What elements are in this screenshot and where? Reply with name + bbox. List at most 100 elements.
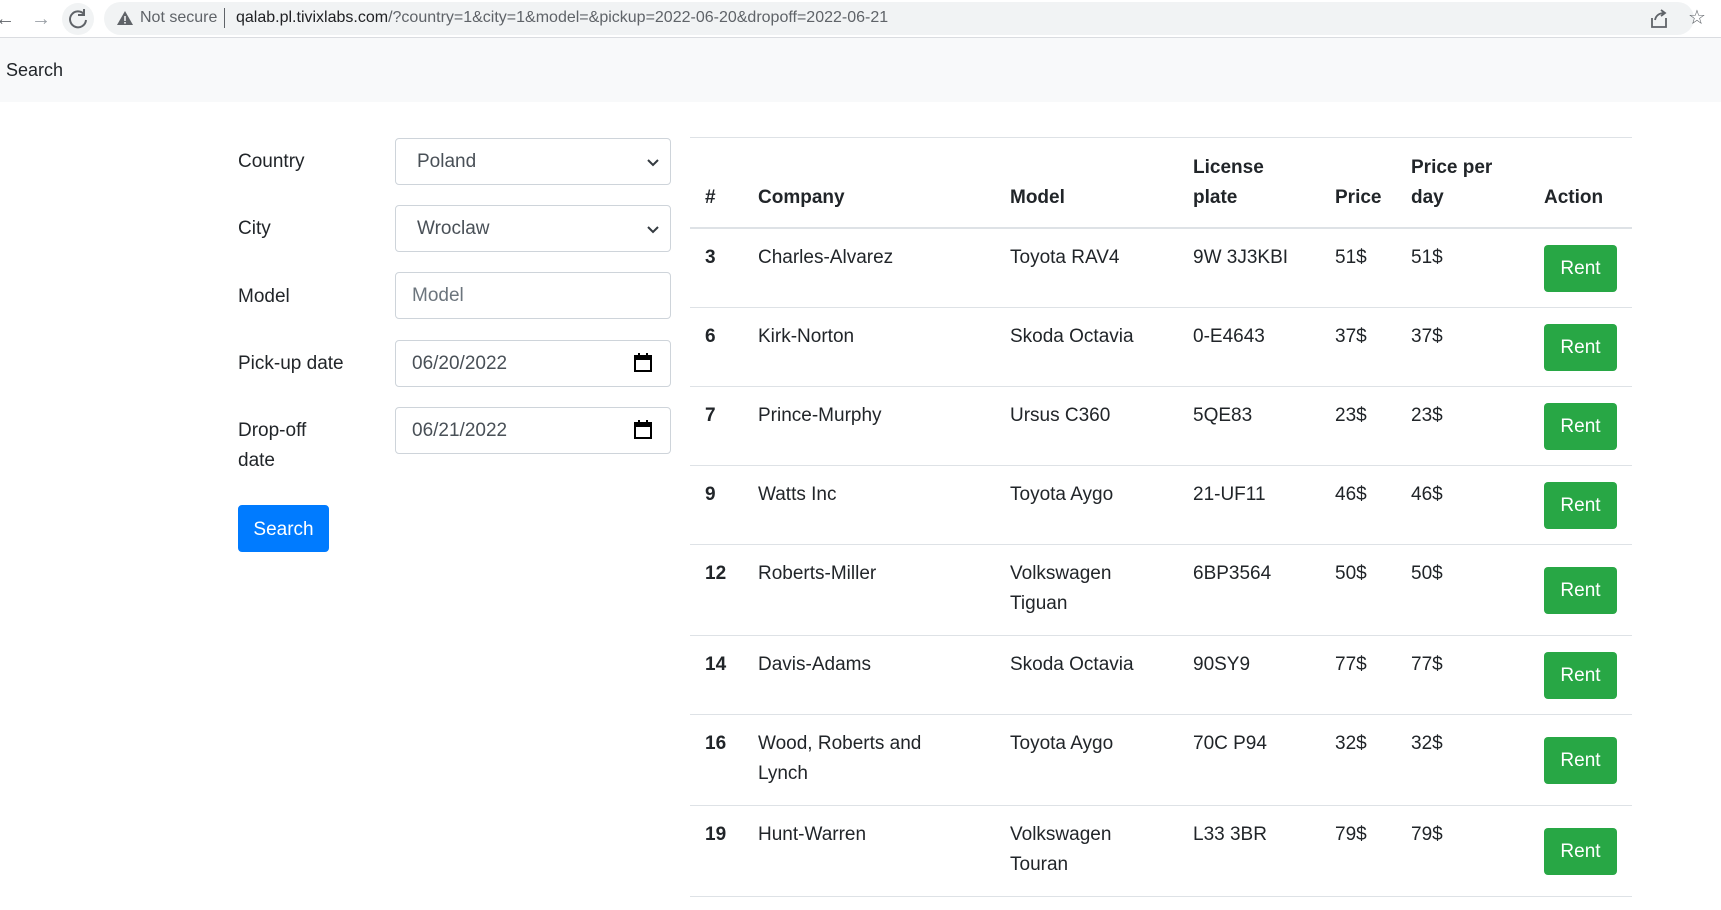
model-placeholder: Model bbox=[412, 285, 464, 306]
row-number: 3 bbox=[705, 247, 716, 268]
city-label: City bbox=[238, 218, 271, 239]
browser-toolbar: ← → Not secure qalab.pl.tivixlabs.com/?c… bbox=[0, 0, 1721, 38]
company-cell: Roberts-Miller bbox=[758, 563, 877, 584]
dropoff-date-label-line2: date bbox=[238, 450, 275, 471]
company-cell: Hunt-Warren bbox=[758, 824, 867, 845]
reload-icon bbox=[69, 9, 87, 29]
price-per-day-cell: 79$ bbox=[1411, 824, 1443, 845]
share-icon[interactable] bbox=[1648, 8, 1670, 30]
price-per-day-cell: 32$ bbox=[1411, 733, 1443, 754]
search-button[interactable]: Search bbox=[238, 505, 329, 552]
row-number: 9 bbox=[705, 484, 716, 505]
calendar-icon[interactable] bbox=[634, 353, 652, 373]
model-cell: Touran bbox=[1010, 854, 1069, 875]
row-number: 6 bbox=[705, 326, 716, 347]
model-cell: Volkswagen bbox=[1010, 824, 1112, 845]
table-row: 7 Prince-Murphy Ursus C360 5QE83 23$ 23$ Rent bbox=[690, 387, 1632, 466]
model-input[interactable]: Model bbox=[395, 272, 671, 319]
app-navbar: Search bbox=[0, 38, 1721, 102]
company-cell: Kirk-Norton bbox=[758, 326, 855, 347]
license-plate-cell: L33 3BR bbox=[1193, 824, 1267, 845]
company-cell: Charles-Alvarez bbox=[758, 247, 894, 268]
price-cell: 32$ bbox=[1335, 733, 1367, 754]
license-plate-cell: 6BP3564 bbox=[1193, 563, 1272, 584]
rent-button[interactable]: Rent bbox=[1544, 737, 1617, 784]
header-price: Price bbox=[1335, 187, 1382, 208]
price-per-day-cell: 77$ bbox=[1411, 654, 1443, 675]
rent-button[interactable]: Rent bbox=[1544, 567, 1617, 614]
price-per-day-cell: 46$ bbox=[1411, 484, 1443, 505]
arrow-left-icon[interactable]: ← bbox=[0, 6, 18, 32]
rent-button[interactable]: Rent bbox=[1544, 652, 1617, 699]
header-price-per-day-line2: day bbox=[1411, 187, 1444, 208]
model-cell: Ursus C360 bbox=[1010, 405, 1111, 426]
rent-button[interactable]: Rent bbox=[1544, 245, 1617, 292]
license-plate-cell: 90SY9 bbox=[1193, 654, 1251, 675]
not-secure-label: Not secure bbox=[140, 9, 218, 26]
chevron-down-icon bbox=[647, 226, 659, 234]
price-per-day-cell: 51$ bbox=[1411, 247, 1443, 268]
license-plate-cell: 5QE83 bbox=[1193, 405, 1253, 426]
star-icon[interactable]: ☆ bbox=[1688, 5, 1706, 30]
model-label: Model bbox=[238, 286, 290, 307]
rent-button[interactable]: Rent bbox=[1544, 482, 1617, 529]
table-row: 6 Kirk-Norton Skoda Octavia 0-E4643 37$ 37$ Re… bbox=[690, 308, 1632, 387]
dropoff-date-label-line1: Drop-off bbox=[238, 420, 307, 441]
rent-button[interactable]: Rent bbox=[1544, 324, 1617, 371]
calendar-icon[interactable] bbox=[634, 420, 652, 440]
table-row: 3 Charles-Alvarez Toyota RAV4 9W 3J3KBI 51$ 5… bbox=[690, 229, 1632, 308]
price-cell: 51$ bbox=[1335, 247, 1367, 268]
city-select[interactable]: Wroclaw bbox=[395, 205, 671, 252]
dropoff-date-input[interactable]: 06/21/2022 bbox=[395, 407, 671, 454]
country-select[interactable]: Poland bbox=[395, 138, 671, 185]
divider bbox=[224, 8, 225, 28]
price-cell: 37$ bbox=[1335, 326, 1367, 347]
row-number: 19 bbox=[705, 824, 727, 845]
warning-icon bbox=[117, 11, 133, 25]
company-cell: Wood, Roberts and bbox=[758, 733, 922, 754]
table-row: 9 Watts Inc Toyota Aygo 21-UF11 46$ 46$ Rent bbox=[690, 466, 1632, 545]
company-cell: Watts Inc bbox=[758, 484, 837, 505]
license-plate-cell: 0-E4643 bbox=[1193, 326, 1265, 347]
header-model: Model bbox=[1010, 187, 1065, 208]
table-row: 19 Hunt-Warren Volkswagen Touran L33 3BR 79$ 7… bbox=[690, 806, 1632, 897]
header-license-plate-line1: License bbox=[1193, 157, 1264, 178]
price-cell: 77$ bbox=[1335, 654, 1367, 675]
price-per-day-cell: 23$ bbox=[1411, 405, 1443, 426]
price-cell: 46$ bbox=[1335, 484, 1367, 505]
table-top-border bbox=[690, 137, 1632, 138]
price-cell: 23$ bbox=[1335, 405, 1367, 426]
header-action: Action bbox=[1544, 187, 1604, 208]
license-plate-cell: 9W 3J3KBI bbox=[1193, 247, 1289, 268]
table-row: 12 Roberts-Miller Volkswagen Tiguan 6BP3564 5… bbox=[690, 545, 1632, 636]
company-cell: Prince-Murphy bbox=[758, 405, 882, 426]
reload-button[interactable] bbox=[62, 3, 94, 35]
rent-button[interactable]: Rent bbox=[1544, 828, 1617, 875]
table-row: 14 Davis-Adams Skoda Octavia 90SY9 77$ 77$ Ren… bbox=[690, 636, 1632, 715]
pickup-date-input[interactable]: 06/20/2022 bbox=[395, 340, 671, 387]
model-cell: Toyota RAV4 bbox=[1010, 247, 1120, 268]
navbar-brand[interactable]: Search bbox=[6, 60, 63, 81]
model-cell: Toyota Aygo bbox=[1010, 733, 1114, 754]
header-company: Company bbox=[758, 187, 845, 208]
row-number: 14 bbox=[705, 654, 727, 675]
arrow-right-icon[interactable]: → bbox=[28, 6, 54, 32]
pickup-date-label: Pick-up date bbox=[238, 353, 344, 374]
address-bar[interactable]: Not secure qalab.pl.tivixlabs.com/?count… bbox=[104, 2, 1694, 35]
row-number: 12 bbox=[705, 563, 727, 584]
model-cell: Skoda Octavia bbox=[1010, 326, 1134, 347]
price-per-day-cell: 50$ bbox=[1411, 563, 1443, 584]
model-cell: Toyota Aygo bbox=[1010, 484, 1114, 505]
country-label: Country bbox=[238, 151, 305, 172]
header-number: # bbox=[705, 187, 716, 208]
license-plate-cell: 70C P94 bbox=[1193, 733, 1267, 754]
row-number: 16 bbox=[705, 733, 727, 754]
price-cell: 50$ bbox=[1335, 563, 1367, 584]
rent-button[interactable]: Rent bbox=[1544, 403, 1617, 450]
table-row: 16 Wood, Roberts and Lynch Toyota Aygo 70C P… bbox=[690, 715, 1632, 806]
row-number: 7 bbox=[705, 405, 716, 426]
model-cell: Volkswagen bbox=[1010, 563, 1112, 584]
company-cell: Davis-Adams bbox=[758, 654, 871, 675]
price-cell: 79$ bbox=[1335, 824, 1367, 845]
price-per-day-cell: 37$ bbox=[1411, 326, 1443, 347]
